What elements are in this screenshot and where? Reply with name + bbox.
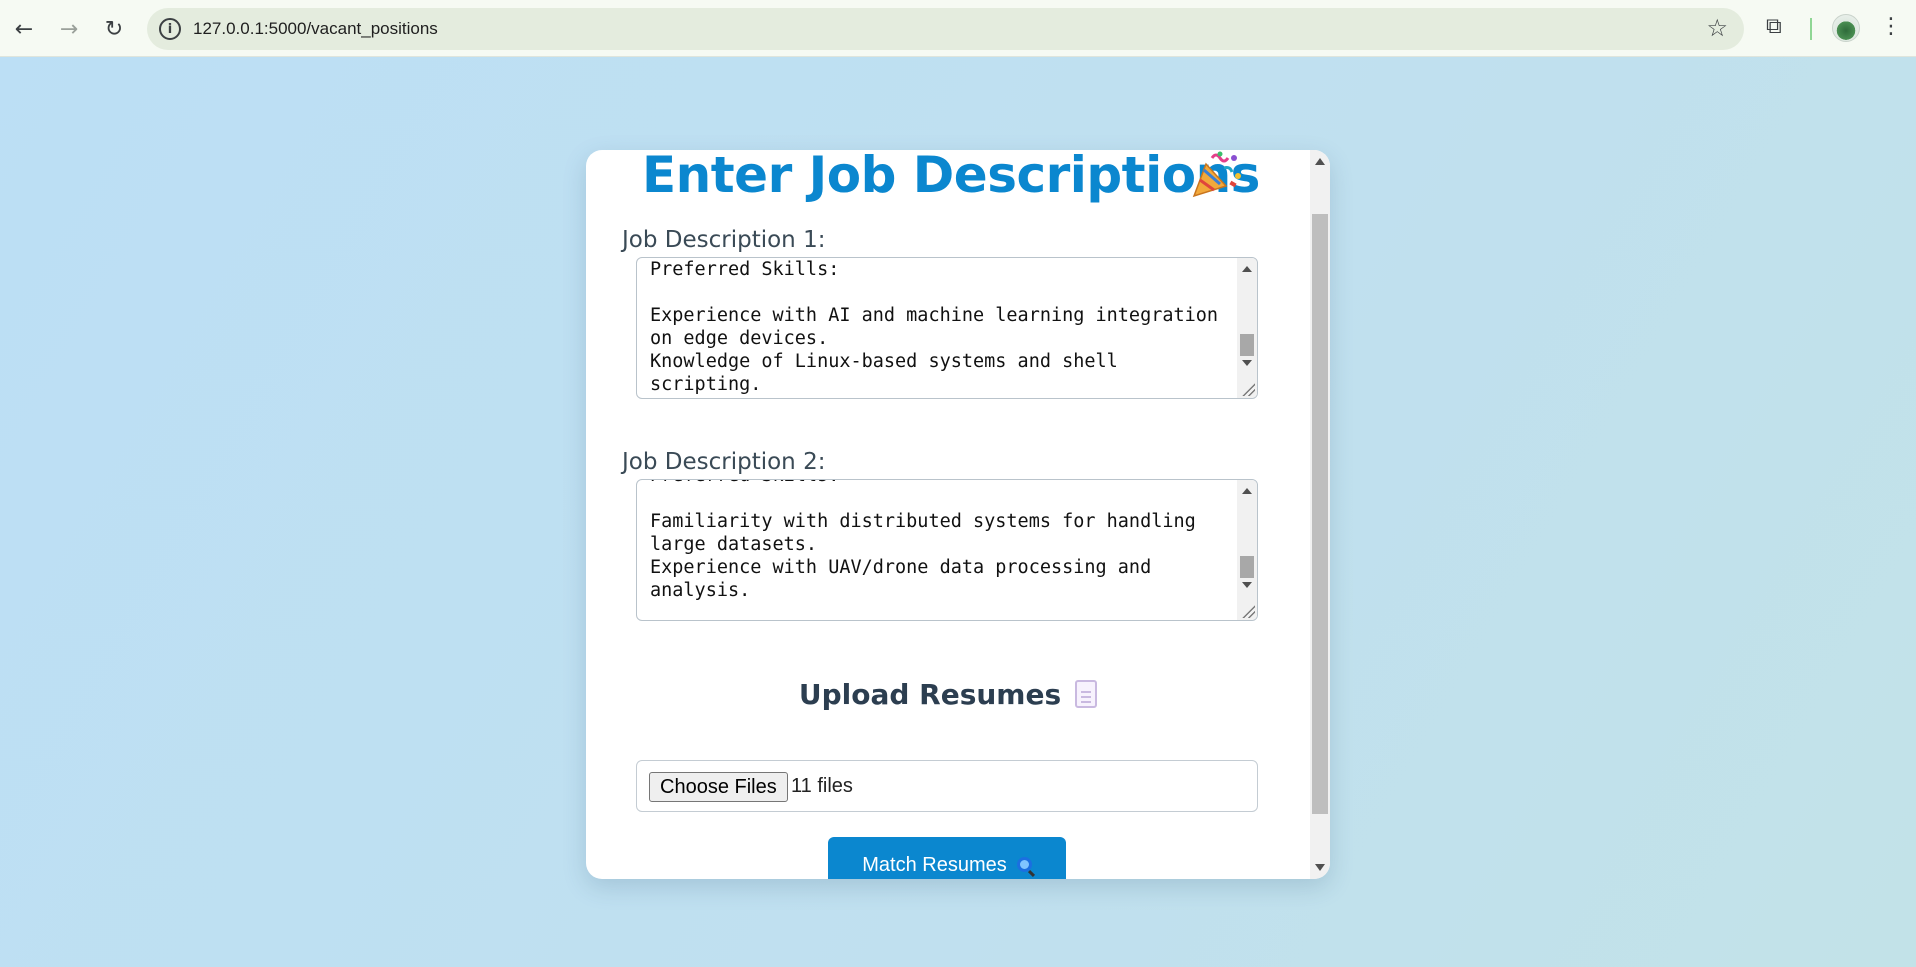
forward-icon[interactable]: → — [51, 11, 87, 47]
card-scrollbar[interactable] — [1310, 150, 1330, 879]
magnifier-icon — [1016, 857, 1032, 872]
choose-files-button[interactable]: Choose Files — [649, 772, 788, 802]
jd2-scrollbar[interactable] — [1237, 480, 1257, 620]
back-icon[interactable]: ← — [6, 11, 42, 47]
jd2-label: Job Description 2: — [622, 449, 826, 475]
document-icon — [1075, 680, 1098, 708]
browser-toolbar: ← → ↻ i 127.0.0.1:5000/vacant_positions … — [0, 0, 1916, 57]
reload-icon[interactable]: ↻ — [96, 11, 132, 47]
extensions-icon[interactable]: ⧉ — [1766, 14, 1782, 39]
upload-resumes-label: Upload Resumes — [798, 678, 1062, 711]
address-bar[interactable]: i 127.0.0.1:5000/vacant_positions ☆ — [147, 8, 1744, 50]
party-popper-icon — [1192, 151, 1241, 198]
page-title: Enter Job Descriptions — [642, 150, 1260, 204]
jd1-textarea[interactable]: Preferred Skills: Experience with AI and… — [636, 257, 1258, 399]
upload-resumes-heading: Upload Resumes — [586, 678, 1310, 711]
url-text[interactable]: 127.0.0.1:5000/vacant_positions — [193, 19, 438, 39]
resize-handle-icon[interactable] — [1241, 604, 1255, 618]
job-description-card: Enter Job Descriptions Job Description 1… — [586, 150, 1330, 879]
scroll-down-icon[interactable] — [1242, 582, 1252, 588]
resize-handle-icon[interactable] — [1241, 382, 1255, 396]
jd2-textarea[interactable]: Preferred Skills: Familiarity with distr… — [636, 479, 1258, 621]
resume-file-input[interactable]: Choose Files 11 files — [636, 760, 1258, 812]
jd1-text[interactable]: Preferred Skills: Experience with AI and… — [650, 258, 1218, 396]
jd1-scrollbar[interactable] — [1237, 258, 1257, 398]
toolbar-divider — [1810, 18, 1812, 40]
scroll-thumb[interactable] — [1240, 556, 1254, 578]
jd1-label: Job Description 1: — [622, 227, 826, 253]
scroll-up-icon[interactable] — [1242, 488, 1252, 494]
scroll-down-icon[interactable] — [1242, 360, 1252, 366]
scroll-down-icon[interactable] — [1315, 864, 1325, 871]
match-resumes-button[interactable]: Match Resumes — [828, 837, 1066, 879]
scroll-up-icon[interactable] — [1242, 266, 1252, 272]
site-info-icon[interactable]: i — [159, 18, 181, 40]
menu-icon[interactable]: ⋮ — [1880, 14, 1902, 39]
scroll-thumb[interactable] — [1312, 214, 1328, 814]
bookmark-star-icon[interactable]: ☆ — [1706, 14, 1728, 42]
scroll-thumb[interactable] — [1240, 334, 1254, 356]
file-count-text: 11 files — [791, 775, 853, 797]
match-resumes-label: Match Resumes — [862, 854, 1007, 876]
profile-avatar[interactable] — [1832, 14, 1860, 42]
scroll-up-icon[interactable] — [1315, 158, 1325, 165]
jd2-text[interactable]: Preferred Skills: Familiarity with distr… — [650, 480, 1196, 602]
